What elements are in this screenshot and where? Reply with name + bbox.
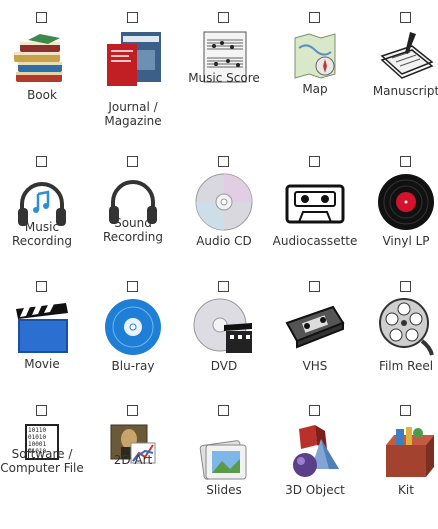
software-checkbox[interactable] <box>36 405 47 416</box>
3d-object-checkbox[interactable] <box>309 405 320 416</box>
vhs-checkbox[interactable] <box>309 281 320 292</box>
format-option-software[interactable]: 10110 01010 10001 11010 Software / Compute… <box>0 405 88 529</box>
cassette-icon <box>285 184 345 224</box>
format-option-slides[interactable]: Slides <box>178 405 270 529</box>
format-option-kit[interactable]: Kit <box>360 405 438 529</box>
music-recording-label: Music Recording <box>11 220 73 248</box>
movie-checkbox[interactable] <box>36 281 47 292</box>
map-icon <box>294 33 336 79</box>
vinyl-lp-checkbox[interactable] <box>400 156 411 167</box>
audio-cd-label: Audio CD <box>196 234 252 248</box>
format-option-film-reel[interactable]: Film Reel <box>360 281 438 405</box>
clapperboard-icon <box>16 303 68 353</box>
map-label: Map <box>302 82 328 96</box>
book-stack-icon <box>14 34 62 82</box>
book-label: Book <box>27 88 57 102</box>
music-score-label: Music Score <box>188 71 260 85</box>
journal-checkbox[interactable] <box>127 12 138 23</box>
blu-ray-checkbox[interactable] <box>127 281 138 292</box>
manuscript-icon <box>380 32 434 79</box>
3d-shapes-icon <box>293 425 339 477</box>
sound-recording-checkbox[interactable] <box>127 156 138 167</box>
kit-box-icon <box>386 427 434 477</box>
vinyl-icon <box>378 174 434 230</box>
format-option-music-recording[interactable]: Music Recording <box>0 156 88 280</box>
dvd-checkbox[interactable] <box>218 281 229 292</box>
vinyl-lp-label: Vinyl LP <box>382 234 430 248</box>
svg-text:01010: 01010 <box>28 434 46 441</box>
3d-object-label: 3D Object <box>285 483 345 497</box>
journal-icon <box>107 32 161 86</box>
sound-recording-label: Sound Recording <box>102 216 164 244</box>
format-option-blu-ray[interactable]: Blu-ray <box>87 281 179 405</box>
dvd-label: DVD <box>210 359 238 373</box>
manuscript-label: Manuscript <box>372 84 438 98</box>
format-option-vinyl-lp[interactable]: Vinyl LP <box>360 156 438 280</box>
format-option-2d-art[interactable]: 2D Art <box>87 405 179 529</box>
music-score-checkbox[interactable] <box>218 12 229 23</box>
bluray-icon <box>105 299 161 355</box>
format-option-movie[interactable]: Movie <box>0 281 88 405</box>
manuscript-checkbox[interactable] <box>400 12 411 23</box>
dvd-icon <box>193 298 252 353</box>
blu-ray-label: Blu-ray <box>111 359 155 373</box>
format-option-book[interactable]: Book <box>0 12 88 136</box>
2d-art-checkbox[interactable] <box>127 405 138 416</box>
format-option-music-score[interactable]: Music Score <box>178 12 270 136</box>
kit-label: Kit <box>398 483 414 497</box>
format-option-dvd[interactable]: DVD <box>178 281 270 405</box>
vhs-icon <box>285 305 345 349</box>
format-grid: Book Journal / Magazine Music Score Map … <box>0 0 438 499</box>
cd-icon <box>195 173 253 231</box>
movie-label: Movie <box>24 357 60 371</box>
format-option-sound-recording[interactable]: Sound Recording <box>87 156 179 280</box>
format-option-map[interactable]: Map <box>269 12 361 136</box>
2d-art-label: 2D Art <box>113 453 153 467</box>
software-label: Software / Computer File <box>0 447 84 475</box>
vhs-label: VHS <box>302 359 328 373</box>
format-option-audiocassette[interactable]: Audiocassette <box>269 156 361 280</box>
audio-cd-checkbox[interactable] <box>218 156 229 167</box>
format-option-journal[interactable]: Journal / Magazine <box>87 12 179 136</box>
format-option-3d-object[interactable]: 3D Object <box>269 405 361 529</box>
svg-text:10110: 10110 <box>28 427 46 434</box>
format-option-audio-cd[interactable]: Audio CD <box>178 156 270 280</box>
slides-label: Slides <box>206 483 242 497</box>
book-checkbox[interactable] <box>36 12 47 23</box>
music-recording-checkbox[interactable] <box>36 156 47 167</box>
format-option-manuscript[interactable]: Manuscript <box>360 12 438 136</box>
journal-label: Journal / Magazine <box>104 100 162 128</box>
kit-checkbox[interactable] <box>400 405 411 416</box>
slides-icon <box>199 440 247 480</box>
map-checkbox[interactable] <box>309 12 320 23</box>
art-chart-icon <box>110 424 156 464</box>
audiocassette-checkbox[interactable] <box>309 156 320 167</box>
film-reel-label: Film Reel <box>378 359 434 373</box>
format-option-vhs[interactable]: VHS <box>269 281 361 405</box>
audiocassette-label: Audiocassette <box>272 234 358 248</box>
film-reel-checkbox[interactable] <box>400 281 411 292</box>
slides-checkbox[interactable] <box>218 405 229 416</box>
film-reel-icon <box>379 298 434 356</box>
